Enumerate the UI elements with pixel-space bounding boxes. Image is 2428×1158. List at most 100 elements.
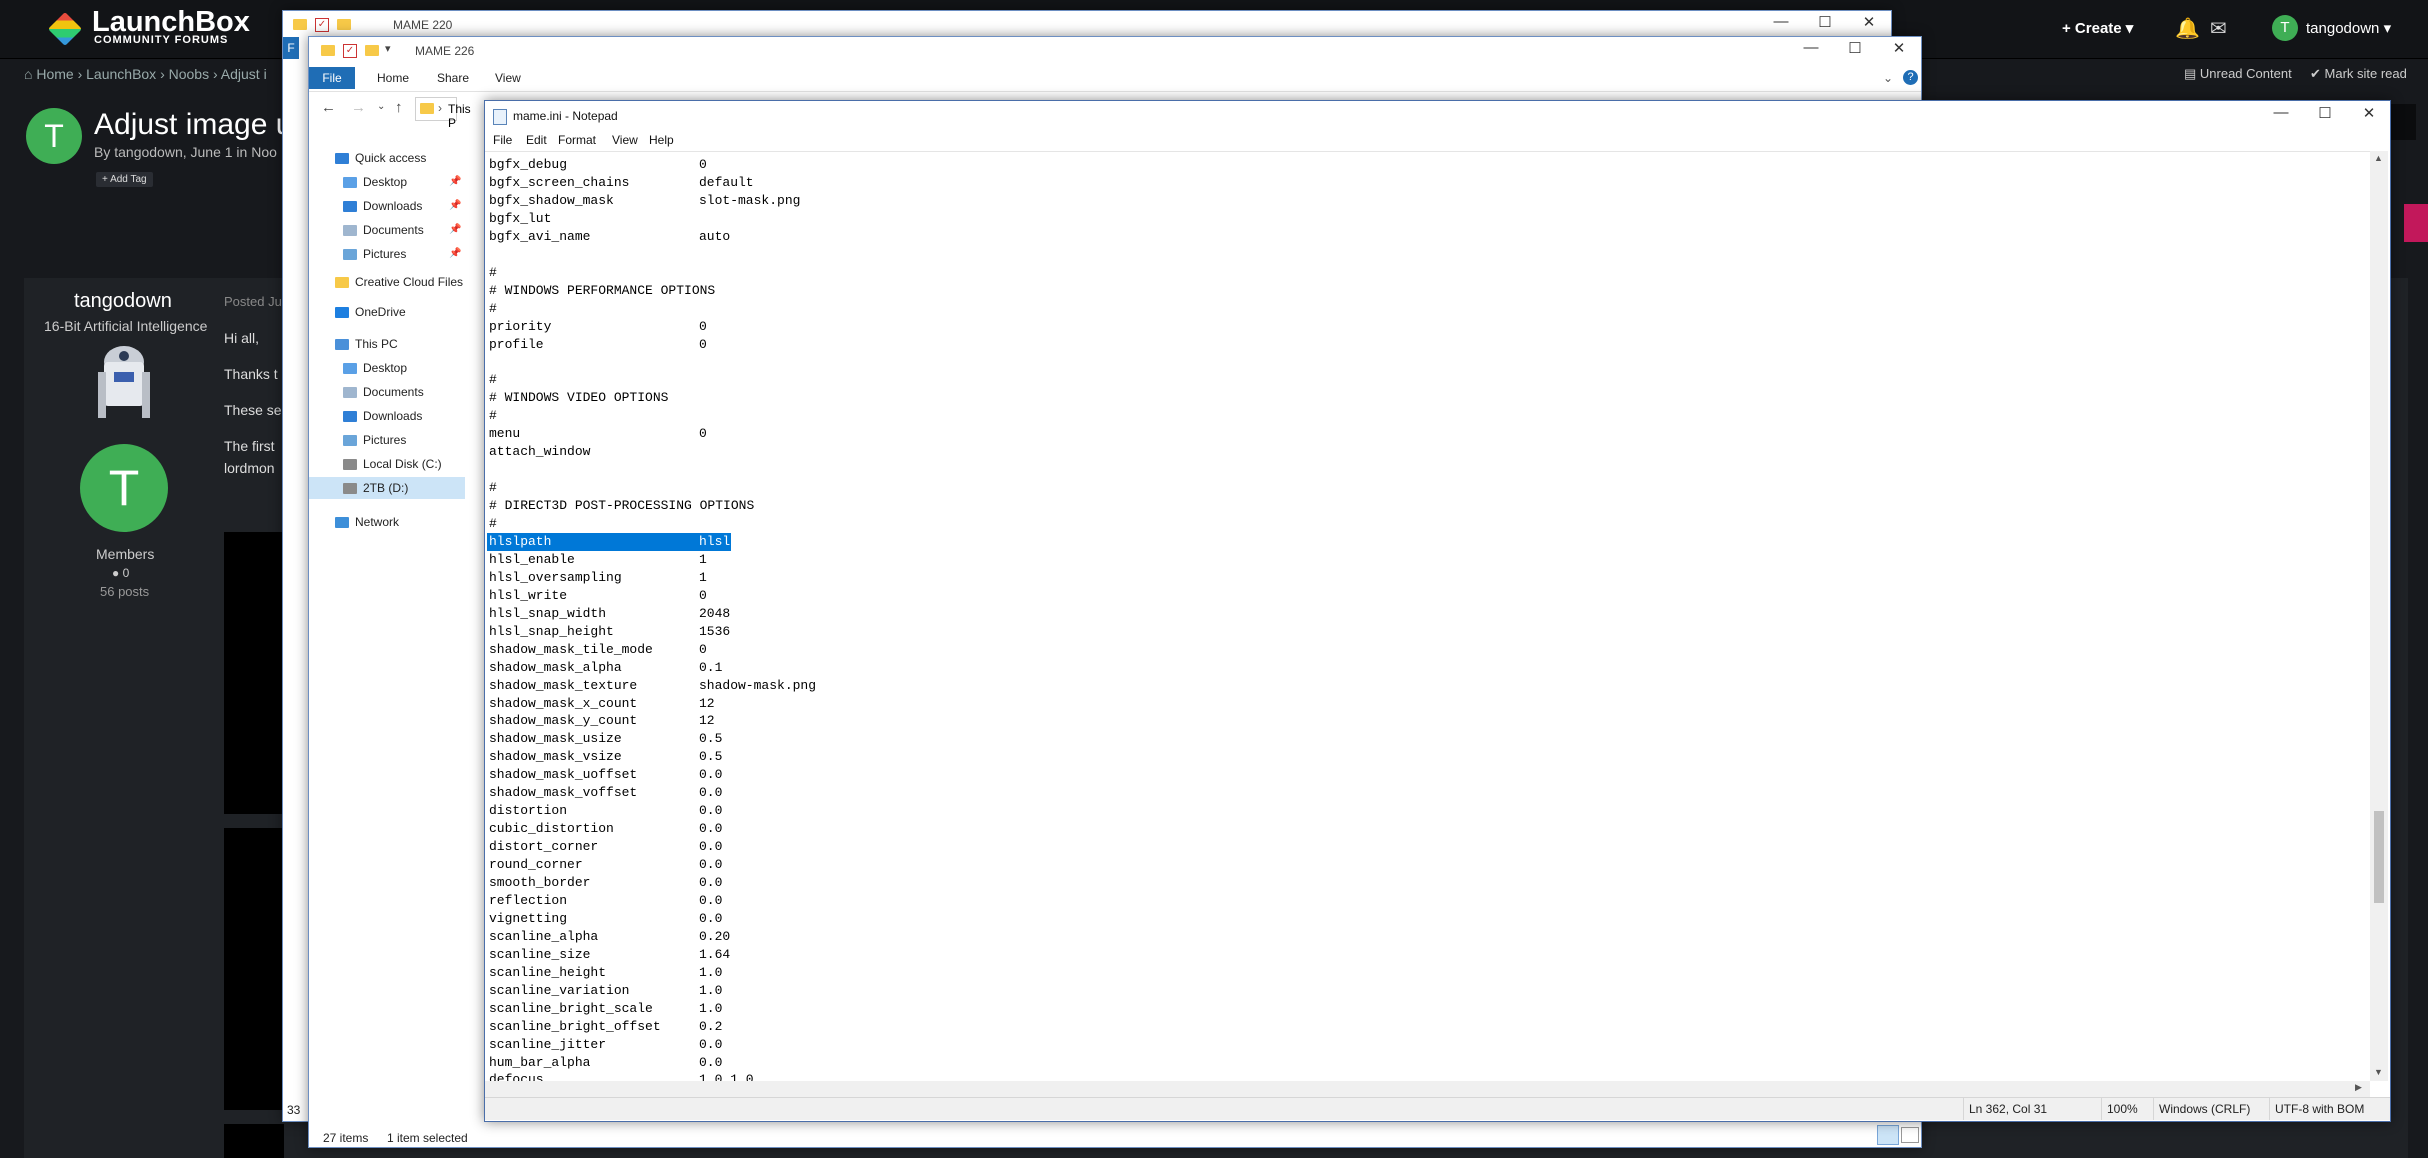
nav-item[interactable]: Pictures [309,429,465,451]
ribbon: File Home Share View ⌄ ? [309,67,1921,92]
topic-byline: By tangodown, June 1 in Noo [94,144,277,160]
quick-access-dropdown-icon[interactable]: ▾ [385,42,391,55]
address-text[interactable]: This P [448,102,471,130]
maximize-icon[interactable]: ☐ [1803,13,1847,31]
nav-item[interactable]: Desktop [309,357,465,379]
horizontal-scrollbar[interactable]: ▶ [485,1081,2370,1097]
nav-item[interactable]: Pictures 📌 [309,243,465,265]
embedded-image[interactable] [224,1124,284,1158]
new-folder-icon[interactable] [337,19,351,30]
minimize-icon[interactable]: — [1759,13,1803,30]
config-key: shadow_mask_usize [489,731,622,747]
navigation-pane: Quick access Desktop 📌 Downloads 📌 Documents 📌… [309,147,465,1107]
user-avatar[interactable]: T [2272,15,2298,41]
status-item-count: 33 [287,1103,301,1117]
breadcrumb[interactable]: ⌂ Home › LaunchBox › Noobs › Adjust i [24,66,267,82]
post-author-avatar[interactable]: T [80,444,168,532]
nav-item[interactable]: Local Disk (C:) [309,453,465,475]
ribbon-file-tab[interactable]: F [283,37,299,59]
follow-button-edge[interactable] [2404,204,2428,242]
maximize-icon[interactable]: ☐ [1833,39,1877,57]
download-icon [343,411,357,423]
help-icon[interactable]: ? [1903,70,1918,85]
vertical-scrollbar[interactable]: ▲ ▼ [2370,151,2388,1081]
config-key: # [489,300,497,316]
notepad-window[interactable]: mame.ini - Notepad — ☐ ✕ File Edit Forma… [484,100,2391,1122]
close-icon[interactable]: ✕ [1847,13,1891,31]
config-key: hlsl_snap_height [489,623,614,639]
config-key: scanline_jitter [489,1036,607,1052]
mark-site-read-link[interactable]: ✔ Mark site read [2310,66,2407,82]
back-arrow-icon[interactable]: ← [321,99,336,116]
scroll-down-arrow-icon[interactable]: ▼ [2374,1067,2383,1077]
scroll-right-arrow-icon[interactable]: ▶ [2355,1082,2362,1093]
config-key: scanline_size [489,946,591,962]
pc-icon [335,339,349,351]
post-text-line: lordmon [224,460,275,476]
nav-item[interactable]: Documents [309,381,465,403]
nav-item[interactable]: Quick access [309,147,465,169]
tab-file[interactable]: File [309,67,355,89]
close-icon[interactable]: ✕ [2347,104,2391,122]
nav-item[interactable]: Desktop 📌 [309,171,465,193]
menu-view[interactable]: View [612,133,638,147]
up-arrow-icon[interactable]: ↑ [395,99,403,116]
text-editor[interactable]: bgfx_debug 0 bgfx_screen_chains default bgfx… [485,151,2370,1082]
minimize-icon[interactable]: — [2259,104,2303,121]
config-value: 0.0 [699,767,723,783]
messages-envelope-icon[interactable]: ✉ [2210,16,2227,41]
nav-item-label: Downloads [363,409,423,423]
menu-file[interactable]: File [493,133,512,147]
minimize-icon[interactable]: — [1789,39,1833,56]
maximize-icon[interactable]: ☐ [2303,104,2347,122]
tab-home[interactable]: Home [377,71,409,85]
nav-item-label: Desktop [363,175,408,189]
forward-arrow-icon[interactable]: → [351,99,366,116]
post-author-name[interactable]: tangodown [74,290,172,313]
large-icons-view-icon[interactable] [1901,1127,1919,1143]
recent-locations-chevron-icon[interactable]: ⌄ [377,101,385,112]
details-view-icon[interactable] [1877,1125,1899,1145]
nav-item[interactable]: 2TB (D:) [309,477,465,499]
nav-item[interactable]: This PC [309,333,465,355]
scroll-up-arrow-icon[interactable]: ▲ [2374,153,2383,163]
tab-view[interactable]: View [495,71,521,85]
menu-edit[interactable]: Edit [526,133,547,147]
expand-ribbon-chevron-icon[interactable]: ⌄ [1883,71,1893,85]
config-key: priority [489,318,552,334]
topic-author-avatar[interactable]: T [26,108,82,164]
embedded-image[interactable] [224,532,284,814]
notifications-bell-icon[interactable]: 🔔 [2175,16,2200,41]
config-key: scanline_bright_offset [489,1018,661,1034]
tab-share[interactable]: Share [437,71,469,85]
user-menu[interactable]: tangodown ▾ [2306,19,2391,37]
config-value: 0 [699,426,707,442]
nav-item[interactable]: Documents 📌 [309,219,465,241]
config-value: 0.0 [699,857,723,873]
properties-check-icon[interactable]: ✓ [343,44,357,58]
status-cursor-position: Ln 362, Col 31 [1969,1102,2048,1116]
scrollbar-thumb[interactable] [2374,811,2384,903]
nav-item[interactable]: OneDrive [309,301,465,323]
add-tag-button[interactable]: + Add Tag [96,172,153,187]
download-icon [343,201,357,213]
address-bar[interactable]: › This P [415,97,471,130]
unread-content-link[interactable]: ▤ Unread Content [2184,66,2292,82]
config-key: bgfx_debug [489,157,568,172]
nav-item[interactable]: Network [309,511,465,533]
post-author-rank: 16-Bit Artificial Intelligence [44,318,208,334]
config-key: shadow_mask_alpha [489,659,622,675]
embedded-image[interactable] [224,828,284,1110]
create-button[interactable]: + Create ▾ [2062,19,2133,37]
menu-format[interactable]: Format [558,133,596,147]
nav-item-label: Local Disk (C:) [363,457,442,471]
close-icon[interactable]: ✕ [1877,39,1921,57]
topic-title: Adjust image u [94,108,293,141]
nav-item[interactable]: Downloads 📌 [309,195,465,217]
menu-help[interactable]: Help [649,133,674,147]
config-key: bgfx_shadow_mask [489,192,614,208]
properties-check-icon[interactable]: ✓ [315,18,329,32]
new-folder-icon[interactable] [365,45,379,56]
nav-item[interactable]: Creative Cloud Files [309,271,465,293]
nav-item[interactable]: Downloads [309,405,465,427]
